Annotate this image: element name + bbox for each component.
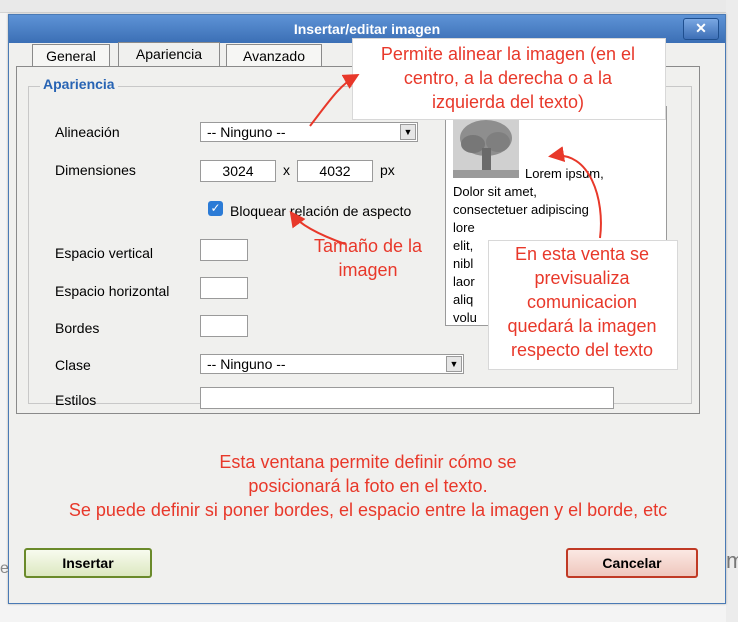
annotation-line: izquierda del texto) [431, 92, 585, 112]
height-input[interactable]: 4032 [297, 160, 373, 182]
annotation-preview: En esta venta se previsualiza comunicaci… [482, 242, 682, 362]
background-text-right: m [726, 548, 738, 573]
preview-line: Lorem ipsum, [525, 166, 604, 181]
annotation-line: Se puede definir si poner bordes, el esp… [68, 500, 668, 520]
chevron-down-icon: ▼ [446, 356, 462, 372]
insert-button[interactable]: Insertar [24, 548, 152, 578]
class-value: -- Ninguno -- [207, 356, 286, 372]
chevron-down-icon: ▼ [400, 124, 416, 140]
annotation-line: Esta ventana permite definir cómo se [219, 452, 517, 472]
tab-appearance[interactable]: Apariencia [118, 42, 220, 66]
tab-general-label: General [46, 48, 96, 64]
annotation-line: Tamaño de la [313, 236, 423, 256]
annotation-line: previsualiza [534, 268, 630, 288]
appearance-legend: Apariencia [40, 76, 118, 92]
alignment-select[interactable]: -- Ninguno -- ▼ [200, 122, 418, 142]
close-button[interactable]: ✕ [683, 18, 719, 40]
annotation-size: Tamaño de la imagen [300, 234, 436, 282]
width-input[interactable]: 3024 [200, 160, 276, 182]
vspace-label: Espacio vertical [55, 245, 154, 261]
hspace-label: Espacio horizontal [55, 283, 170, 299]
preview-line: lore [453, 220, 475, 235]
dimension-separator: x [283, 162, 290, 178]
alignment-value: -- Ninguno -- [207, 124, 286, 140]
tab-appearance-label: Apariencia [135, 46, 203, 62]
dimension-unit: px [380, 162, 395, 178]
alignment-label: Alineación [55, 124, 120, 140]
annotation-line: posicionará la foto en el texto. [248, 476, 488, 496]
tab-advanced-label: Avanzado [242, 48, 305, 64]
class-label: Clase [55, 357, 91, 373]
tab-general[interactable]: General [32, 44, 110, 66]
vspace-input[interactable] [200, 239, 248, 261]
annotation-line: comunicacion [526, 292, 638, 312]
border-label: Bordes [55, 320, 100, 336]
lock-ratio-label: Bloquear relación de aspecto [230, 203, 412, 219]
annotation-window: Esta ventana permite definir cómo se pos… [18, 450, 718, 522]
preview-line: Dolor sit amet, [453, 184, 537, 199]
background-right-edge [726, 0, 738, 622]
annotation-line: Permite alinear la imagen (en el [380, 44, 636, 64]
annotation-line: quedará la imagen [507, 316, 657, 336]
tab-advanced[interactable]: Avanzado [226, 44, 322, 66]
cancel-button-label: Cancelar [602, 555, 662, 571]
border-input[interactable] [200, 315, 248, 337]
cancel-button[interactable]: Cancelar [566, 548, 698, 578]
dimensions-label: Dimensiones [55, 162, 136, 178]
insert-button-label: Insertar [62, 555, 114, 571]
annotation-line: En esta venta se [514, 244, 650, 264]
annotation-line: respecto del texto [510, 340, 654, 360]
background-toolbar-strip [0, 0, 738, 13]
annotation-line: centro, a la derecha o a la [403, 68, 613, 88]
class-select[interactable]: -- Ninguno -- ▼ [200, 354, 464, 374]
style-input[interactable] [200, 387, 614, 409]
style-label: Estilos [55, 392, 97, 408]
hspace-input[interactable] [200, 277, 248, 299]
close-icon: ✕ [695, 20, 707, 36]
preview-line: consectetuer adipiscing [453, 202, 589, 217]
annotation-align: Permite alinear la imagen (en el centro,… [352, 42, 664, 114]
dialog-title: Insertar/editar imagen [293, 21, 441, 37]
annotation-line: imagen [338, 260, 398, 280]
lock-ratio-checkbox[interactable]: ✓ [208, 201, 223, 216]
